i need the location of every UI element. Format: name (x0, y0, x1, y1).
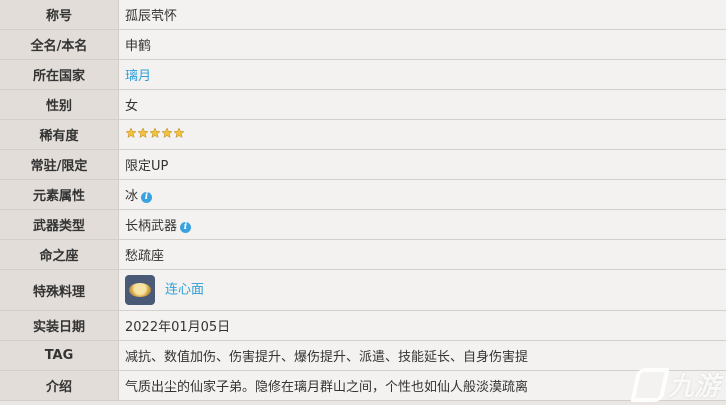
dish-cell: 连心面 (118, 269, 726, 311)
nation-link[interactable]: 璃月 (125, 69, 151, 84)
constellation-value: 愁疏座 (118, 239, 726, 270)
gender-label: 性别 (0, 89, 119, 120)
banner-label: 常驻/限定 (0, 149, 119, 180)
row-release: 实装日期 2022年01月05日 (0, 310, 726, 341)
row-banner: 常驻/限定 限定UP (0, 149, 726, 180)
banner-value: 限定UP (118, 149, 726, 180)
row-weapon: 武器类型 长柄武器 i (0, 209, 726, 240)
star-icon (173, 127, 185, 138)
weapon-label: 武器类型 (0, 209, 119, 240)
logo-icon (630, 367, 670, 402)
intro-label: 介绍 (0, 370, 119, 401)
info-icon[interactable]: i (141, 192, 153, 203)
rarity-cell (118, 119, 726, 150)
dish-link[interactable]: 连心面 (165, 283, 204, 298)
info-icon[interactable]: i (180, 222, 192, 233)
dish-label: 特殊料理 (0, 269, 119, 311)
release-label: 实装日期 (0, 310, 119, 341)
title-value: 孤辰茕怀 (118, 0, 726, 30)
row-intro: 介绍 气质出尘的仙家子弟。隐修在璃月群山之间，个性也如仙人般淡漠疏离 (0, 370, 726, 401)
element-cell: 冰i (118, 179, 726, 210)
weapon-cell: 长柄武器 i (118, 209, 726, 240)
star-icon (125, 127, 137, 138)
rarity-label: 稀有度 (0, 119, 119, 150)
element-value: 冰 (125, 189, 139, 204)
row-dish: 特殊料理 连心面 (0, 269, 726, 311)
row-element: 元素属性 冰i (0, 179, 726, 210)
watermark-logo: 九游 (630, 366, 720, 403)
gender-value: 女 (118, 89, 726, 120)
dish-image-icon[interactable] (125, 275, 155, 305)
row-gender: 性别 女 (0, 89, 726, 120)
row-tag: TAG 减抗、数值加伤、伤害提升、爆伤提升、派遣、技能延长、自身伤害提 (0, 340, 726, 371)
name-value: 申鹤 (118, 29, 726, 60)
watermark-text: 九游 (667, 372, 720, 402)
row-nation: 所在国家 璃月 (0, 59, 726, 90)
row-constellation: 命之座 愁疏座 (0, 239, 726, 270)
row-title: 称号 孤辰茕怀 (0, 0, 726, 30)
row-name: 全名/本名 申鹤 (0, 29, 726, 60)
star-icon (149, 127, 161, 138)
element-label: 元素属性 (0, 179, 119, 210)
character-info-table: 称号 孤辰茕怀 全名/本名 申鹤 所在国家 璃月 性别 女 稀有度 常驻/限定 … (0, 0, 726, 401)
release-value: 2022年01月05日 (118, 310, 726, 341)
rarity-stars (125, 127, 185, 142)
star-icon (137, 127, 149, 138)
row-rarity: 稀有度 (0, 119, 726, 150)
weapon-value: 长柄武器 (125, 219, 178, 234)
constellation-label: 命之座 (0, 239, 119, 270)
tag-label: TAG (0, 340, 119, 371)
title-label: 称号 (0, 0, 119, 30)
star-icon (161, 127, 173, 138)
nation-cell: 璃月 (118, 59, 726, 90)
name-label: 全名/本名 (0, 29, 119, 60)
nation-label: 所在国家 (0, 59, 119, 90)
